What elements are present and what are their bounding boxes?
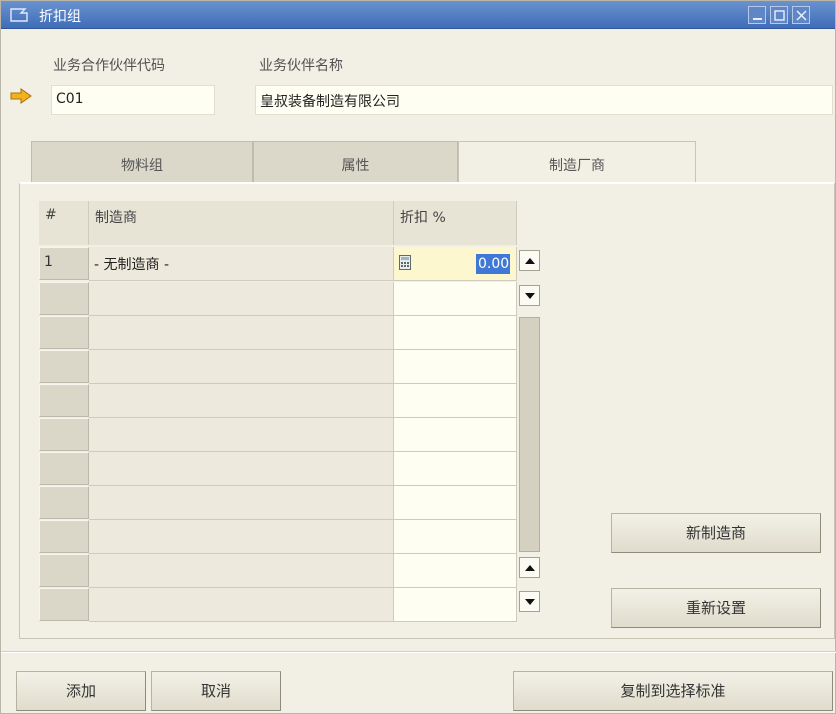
tab-item-groups[interactable]: 物料组 [31,141,253,185]
manufacturer-cell[interactable] [89,452,394,486]
close-icon[interactable] [792,6,810,24]
manufacturer-cell[interactable] [89,520,394,554]
row-number[interactable] [39,554,89,587]
discount-cell[interactable]: 0.00 [394,247,517,281]
discount-cell[interactable] [394,520,517,554]
manufacturer-cell[interactable] [89,554,394,588]
row-number[interactable] [39,452,89,485]
column-header-discount[interactable]: 折扣 % [394,201,517,245]
scroll-down-button[interactable] [519,591,540,612]
discount-value[interactable]: 0.00 [476,254,510,274]
window-icon [10,8,28,22]
discount-cell[interactable] [394,418,517,452]
scroll-up-button[interactable] [519,557,540,578]
manufacturer-cell[interactable] [89,486,394,520]
add-button[interactable]: 添加 [16,671,146,711]
scroll-up-button[interactable] [519,250,540,271]
discount-cell[interactable] [394,282,517,316]
column-header-number[interactable]: # [39,201,89,245]
maximize-icon[interactable] [770,6,788,24]
title-bar[interactable]: 折扣组 [1,1,835,29]
minimize-icon[interactable] [748,6,766,24]
footer-divider [1,651,836,653]
tab-manufacturers[interactable]: 制造厂商 [458,141,696,185]
discount-cell[interactable] [394,384,517,418]
copy-to-selection-button[interactable]: 复制到选择标准 [513,671,833,711]
manufacturer-cell[interactable] [89,282,394,316]
arrow-up-icon [525,565,535,571]
discount-cell[interactable] [394,588,517,622]
row-number[interactable] [39,486,89,519]
bp-name-field[interactable]: 皇叔装备制造有限公司 [255,85,833,115]
row-number[interactable] [39,384,89,417]
discount-cell[interactable] [394,350,517,384]
row-number[interactable] [39,316,89,349]
manufacturer-cell[interactable]: - 无制造商 - [89,247,394,281]
arrow-up-icon [525,258,535,264]
arrow-down-icon [525,599,535,605]
row-number[interactable]: 1 [39,247,89,280]
tab-properties[interactable]: 属性 [253,141,458,185]
link-arrow-icon[interactable] [9,88,35,104]
manufacturer-cell[interactable] [89,418,394,452]
row-number[interactable] [39,350,89,383]
manufacturer-cell[interactable] [89,316,394,350]
manufacturer-cell[interactable] [89,384,394,418]
discount-cell[interactable] [394,452,517,486]
discount-cell[interactable] [394,316,517,350]
discount-group-window: 折扣组 业务合作伙伴代码 业务伙伴名称 C01 皇叔装备制造有限公司 物料组 属… [0,0,836,714]
reset-button[interactable]: 重新设置 [611,588,821,628]
bp-name-label: 业务伙伴名称 [259,58,343,74]
new-manufacturer-button[interactable]: 新制造商 [611,513,821,553]
scrollbar-track[interactable] [519,317,540,552]
window-title: 折扣组 [39,9,81,25]
column-header-manufacturer[interactable]: 制造商 [89,201,394,245]
arrow-down-icon [525,293,535,299]
bp-code-field[interactable]: C01 [51,85,215,115]
manufacturer-cell[interactable] [89,350,394,384]
calculator-icon[interactable] [399,255,411,270]
manufacturer-cell[interactable] [89,588,394,622]
discount-cell[interactable] [394,554,517,588]
cancel-button[interactable]: 取消 [151,671,281,711]
row-number[interactable] [39,418,89,451]
discount-cell[interactable] [394,486,517,520]
bp-code-label: 业务合作伙伴代码 [53,58,165,74]
row-number[interactable] [39,520,89,553]
row-number[interactable] [39,282,89,315]
scroll-down-button[interactable] [519,285,540,306]
row-number[interactable] [39,588,89,621]
